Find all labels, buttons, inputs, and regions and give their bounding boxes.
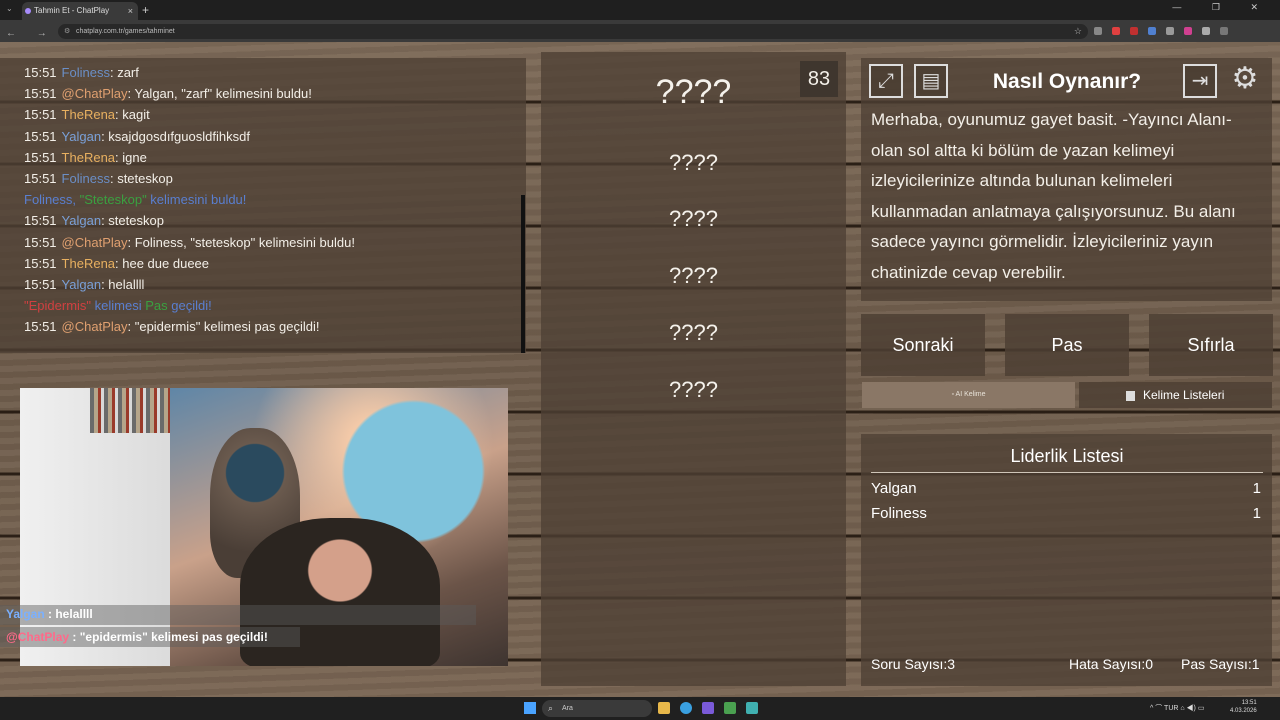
exit-icon[interactable]: ⇥: [1183, 64, 1217, 98]
fullscreen-icon[interactable]: ⤢: [869, 64, 903, 98]
chat-system-pass: "Epidermis" kelimesi Pas geçildi!: [24, 298, 212, 314]
address-bar[interactable]: ⚙ chatplay.com.tr/games/tahminet ☆: [58, 24, 1088, 39]
chat-message: 15:51 Foliness: steteskop: [24, 170, 173, 186]
bookshelf: [90, 388, 180, 433]
tab-close-icon[interactable]: ×: [128, 2, 133, 20]
app-icon[interactable]: [746, 702, 758, 714]
chat-system-found: Foliness, "Steteskop" kelimesini buldu!: [24, 192, 247, 208]
pass-button[interactable]: Pas: [1005, 314, 1129, 376]
tab-search-icon[interactable]: ⌄: [6, 4, 13, 13]
forbidden-word: ????: [669, 320, 718, 345]
list-file-icon: [1126, 391, 1135, 401]
system-tray[interactable]: ^ ⌒ TUR ⌂ ◀) ▭: [1150, 703, 1204, 713]
windows-start-icon[interactable]: [524, 702, 536, 714]
extension-icon[interactable]: [1166, 27, 1174, 35]
chat-username: Foliness: [61, 170, 110, 186]
hidden-words-panel: [541, 52, 846, 686]
chat-message: 15:51 TheRena: igne: [24, 149, 147, 165]
chat-username: @ChatPlay: [61, 319, 128, 335]
how-to-play-text: Merhaba, oyunumuz gayet basit. -Yayıncı …: [871, 110, 1236, 282]
menu-icon[interactable]: [1220, 27, 1228, 35]
chat-username: TheRena: [61, 149, 116, 165]
extension-icon[interactable]: [1112, 27, 1120, 35]
file-explorer-icon[interactable]: [658, 702, 670, 714]
chat-username: TheRena: [61, 107, 116, 123]
chat-scrollbar[interactable]: [521, 195, 525, 353]
chat-message: 15:51 Yalgan: helallll: [24, 276, 145, 292]
tab-title: Tahmin Et - ChatPlay: [34, 6, 110, 15]
chrome-icon[interactable]: [680, 702, 692, 714]
how-to-play-title: Nasıl Oynanır?: [992, 70, 1142, 93]
favicon-icon: [25, 8, 31, 14]
leaderboard-row: Foliness 1: [871, 505, 1261, 522]
question-count: Soru Sayısı:3: [871, 656, 956, 672]
chat-message: 15:51 Yalgan: ksajdgosdıfguosldfihksdf: [24, 128, 250, 144]
chat-message: 15:51 TheRena: kagit: [24, 107, 150, 123]
chat-message: 15:51 @ChatPlay: Foliness, "steteskop" ke…: [24, 234, 355, 250]
main-hidden-word: ????: [655, 73, 732, 111]
error-count: Hata Sayısı:0: [1069, 656, 1154, 672]
gear-icon[interactable]: ⚙: [1228, 64, 1262, 98]
forbidden-word: ????: [669, 377, 718, 402]
taskbar-clock[interactable]: 13:51 4.03.2026: [1230, 699, 1257, 715]
taskbar-search[interactable]: ⌕ Ara: [542, 700, 652, 717]
leaderboard-row: Yalgan 1: [871, 480, 1261, 497]
bookmark-star-icon[interactable]: ☆: [1074, 24, 1082, 39]
chat-panel: 15:51 Foliness: zarf 15:51 @ChatPlay: Yalg…: [0, 58, 526, 353]
extension-icon[interactable]: [1184, 27, 1192, 35]
browser-tab[interactable]: Tahmin Et - ChatPlay ×: [22, 2, 138, 20]
extension-icon[interactable]: [1094, 27, 1102, 35]
chat-message: 15:51 Yalgan: steteskop: [24, 213, 164, 229]
extension-icon[interactable]: [1148, 27, 1156, 35]
pass-count: Pas Sayısı:1: [1181, 656, 1260, 672]
forbidden-word: ????: [669, 263, 718, 288]
chat-message: 15:51 TheRena: hee due dueee: [24, 255, 210, 271]
site-info-icon[interactable]: ⚙: [64, 24, 70, 39]
chat-username: Foliness: [61, 65, 110, 80]
chat-message: 15:51 @ChatPlay: Yalgan, "zarf" kelimesin…: [24, 86, 312, 102]
browser-tab-bar: [0, 0, 1280, 20]
leaderboard-title: Liderlik Listesi: [871, 446, 1263, 473]
extension-icons: [1094, 25, 1228, 37]
url-text: chatplay.com.tr/games/tahminet: [76, 28, 175, 35]
forbidden-word: ????: [669, 206, 718, 231]
chat-username: Yalgan: [61, 213, 102, 229]
next-button[interactable]: Sonraki: [861, 314, 985, 376]
chat-message: 15:51 Foliness: zarf: [24, 65, 139, 80]
list-icon[interactable]: ▤: [914, 64, 948, 98]
app-icon[interactable]: [724, 702, 736, 714]
new-tab-icon[interactable]: +: [142, 2, 149, 18]
webcam-chat-overlay: @ChatPlay : "epidermis" kelimesi pas geç…: [0, 627, 300, 647]
window-controls[interactable]: — ❐ ✕: [1172, 2, 1272, 13]
chat-username: @ChatPlay: [61, 86, 128, 102]
chat-username: Yalgan: [61, 128, 102, 144]
app-icon[interactable]: [702, 702, 714, 714]
webcam-chat-overlay: Yalgan : helallll: [0, 605, 476, 625]
extensions-puzzle-icon[interactable]: [1202, 27, 1210, 35]
forbidden-word: ????: [669, 150, 718, 175]
search-icon: ⌕: [548, 703, 554, 713]
word-lists-button[interactable]: Kelime Listeleri: [1079, 382, 1272, 408]
reset-button[interactable]: Sıfırla: [1149, 314, 1273, 376]
chat-username: Yalgan: [61, 276, 102, 292]
chat-message: 15:51 @ChatPlay: "epidermis" kelimesi pas…: [24, 319, 320, 335]
extension-icon[interactable]: [1130, 27, 1138, 35]
chat-username: TheRena: [61, 255, 116, 271]
chat-username: @ChatPlay: [61, 234, 128, 250]
ai-word-button[interactable]: ▫ AI Kelime: [862, 382, 1075, 408]
